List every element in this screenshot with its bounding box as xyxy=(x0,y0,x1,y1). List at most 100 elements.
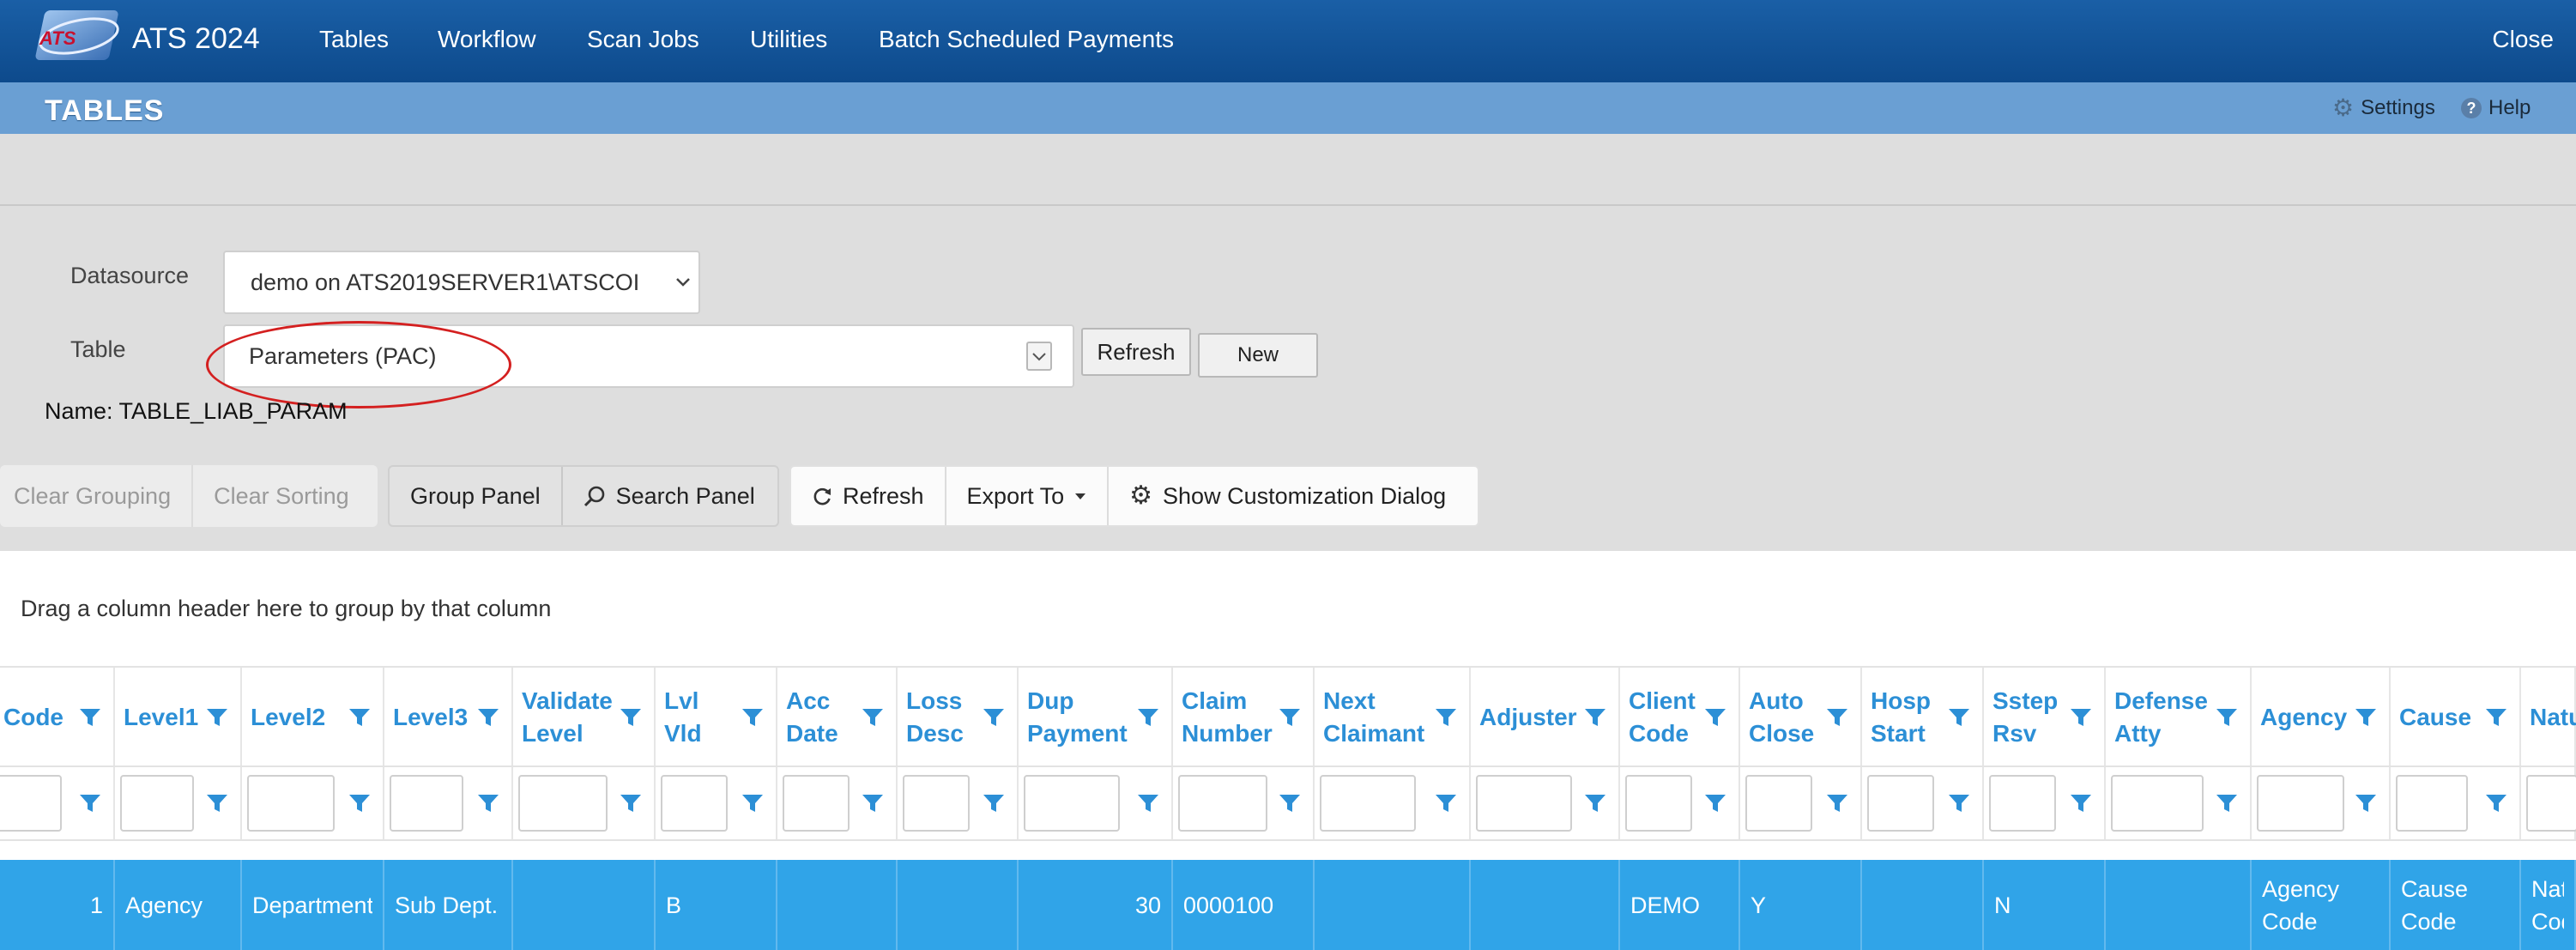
column-header[interactable]: Agency xyxy=(2252,668,2391,767)
filter-input[interactable] xyxy=(1320,775,1416,832)
column-header[interactable]: Validate Level xyxy=(513,668,656,767)
filter-input[interactable] xyxy=(1024,775,1120,832)
filter-input[interactable] xyxy=(2526,775,2576,832)
column-header[interactable]: Acc Date xyxy=(777,668,898,767)
table-cell[interactable]: Agency Code xyxy=(2252,860,2391,950)
filter-input[interactable] xyxy=(2396,775,2468,832)
table-row[interactable]: 1 Agency Department Sub Dept. B 30 0000100 DEMO… xyxy=(0,860,2576,950)
close-link[interactable]: Close xyxy=(2492,26,2554,53)
table-cell[interactable] xyxy=(513,860,656,950)
column-header[interactable]: Code xyxy=(0,668,115,767)
filter-input[interactable] xyxy=(1745,775,1812,832)
filter-input[interactable] xyxy=(1867,775,1934,832)
export-to-button[interactable]: Export To xyxy=(946,467,1108,525)
filter-input[interactable] xyxy=(903,775,970,832)
table-cell[interactable]: Y xyxy=(1740,860,1862,950)
column-header[interactable]: Lvl Vld xyxy=(656,668,777,767)
table-cell[interactable]: Sub Dept. xyxy=(384,860,513,950)
column-header[interactable]: Claim Number xyxy=(1173,668,1315,767)
filter-icon[interactable] xyxy=(348,707,371,728)
column-header[interactable]: Auto Close xyxy=(1740,668,1862,767)
filter-icon[interactable] xyxy=(620,793,642,814)
filter-input[interactable] xyxy=(1476,775,1572,832)
filter-icon[interactable] xyxy=(2216,707,2238,728)
filter-icon[interactable] xyxy=(983,707,1005,728)
column-header[interactable]: Level2 xyxy=(242,668,384,767)
filter-icon[interactable] xyxy=(1137,793,1159,814)
filter-icon[interactable] xyxy=(2070,707,2092,728)
settings-link[interactable]: ⚙ Settings xyxy=(2332,96,2435,120)
filter-icon[interactable] xyxy=(1826,793,1848,814)
table-cell[interactable]: B xyxy=(656,860,777,950)
table-cell[interactable] xyxy=(2106,860,2252,950)
table-cell[interactable] xyxy=(1862,860,1984,950)
filter-input[interactable] xyxy=(661,775,728,832)
filter-icon[interactable] xyxy=(862,793,884,814)
filter-icon[interactable] xyxy=(1137,707,1159,728)
column-header[interactable]: Dup Payment xyxy=(1019,668,1173,767)
filter-input[interactable] xyxy=(1178,775,1267,832)
table-cell[interactable]: N xyxy=(1984,860,2106,950)
filter-input[interactable] xyxy=(2111,775,2204,832)
filter-icon[interactable] xyxy=(1948,707,1970,728)
search-panel-button[interactable]: Search Panel xyxy=(563,467,776,525)
group-panel-button[interactable]: Group Panel xyxy=(390,467,561,525)
filter-input[interactable] xyxy=(1989,775,2056,832)
filter-icon[interactable] xyxy=(620,707,642,728)
table-cell[interactable] xyxy=(1315,860,1471,950)
filter-input[interactable] xyxy=(247,775,335,832)
filter-icon[interactable] xyxy=(741,707,764,728)
filter-icon[interactable] xyxy=(1584,793,1606,814)
nav-workflow[interactable]: Workflow xyxy=(438,26,536,53)
help-link[interactable]: ? Help xyxy=(2461,96,2531,120)
nav-batch-scheduled-payments[interactable]: Batch Scheduled Payments xyxy=(879,26,1174,53)
filter-input[interactable] xyxy=(783,775,850,832)
filter-icon[interactable] xyxy=(206,707,228,728)
new-button[interactable]: New xyxy=(1198,333,1318,378)
filter-icon[interactable] xyxy=(1704,707,1726,728)
column-header[interactable]: Client Code xyxy=(1620,668,1740,767)
filter-icon[interactable] xyxy=(477,707,499,728)
customization-dialog-button[interactable]: ⚙ Show Customization Dialog xyxy=(1109,467,1466,525)
filter-icon[interactable] xyxy=(1704,793,1726,814)
table-cell[interactable] xyxy=(777,860,898,950)
filter-icon[interactable] xyxy=(2216,793,2238,814)
table-cell[interactable] xyxy=(898,860,1019,950)
filter-icon[interactable] xyxy=(1435,793,1457,814)
filter-icon[interactable] xyxy=(1948,793,1970,814)
table-cell[interactable]: 0000100 xyxy=(1173,860,1315,950)
filter-input[interactable] xyxy=(120,775,194,832)
column-header[interactable]: Defense Atty xyxy=(2106,668,2252,767)
datasource-select[interactable]: demo on ATS2019SERVER1\ATSCOI xyxy=(223,251,700,314)
clear-grouping-button[interactable]: Clear Grouping xyxy=(0,465,191,527)
table-select[interactable]: Parameters (PAC) xyxy=(223,324,1074,388)
column-header[interactable]: Natu xyxy=(2521,668,2576,767)
column-header[interactable]: Next Claimant xyxy=(1315,668,1471,767)
grid-refresh-button[interactable]: Refresh xyxy=(791,467,945,525)
table-cell[interactable]: 1 xyxy=(0,860,115,950)
filter-icon[interactable] xyxy=(2355,707,2377,728)
filter-icon[interactable] xyxy=(79,707,101,728)
filter-input[interactable] xyxy=(518,775,608,832)
filter-icon[interactable] xyxy=(2070,793,2092,814)
filter-input[interactable] xyxy=(2257,775,2344,832)
filter-icon[interactable] xyxy=(79,793,101,814)
table-cell[interactable]: Agency xyxy=(115,860,242,950)
filter-icon[interactable] xyxy=(2485,793,2507,814)
column-header[interactable]: Sstep Rsv xyxy=(1984,668,2106,767)
refresh-button[interactable]: Refresh xyxy=(1081,328,1191,376)
table-dropdown-toggle[interactable] xyxy=(1026,342,1052,371)
filter-icon[interactable] xyxy=(983,793,1005,814)
nav-utilities[interactable]: Utilities xyxy=(750,26,827,53)
column-header[interactable]: Adjuster xyxy=(1471,668,1620,767)
filter-icon[interactable] xyxy=(348,793,371,814)
clear-sorting-button[interactable]: Clear Sorting xyxy=(193,465,370,527)
table-cell[interactable]: 30 xyxy=(1019,860,1173,950)
filter-icon[interactable] xyxy=(477,793,499,814)
nav-tables[interactable]: Tables xyxy=(319,26,389,53)
filter-icon[interactable] xyxy=(206,793,228,814)
filter-input[interactable] xyxy=(1625,775,1692,832)
filter-icon[interactable] xyxy=(1279,707,1301,728)
filter-icon[interactable] xyxy=(2485,707,2507,728)
table-cell[interactable]: Cause Code xyxy=(2391,860,2521,950)
